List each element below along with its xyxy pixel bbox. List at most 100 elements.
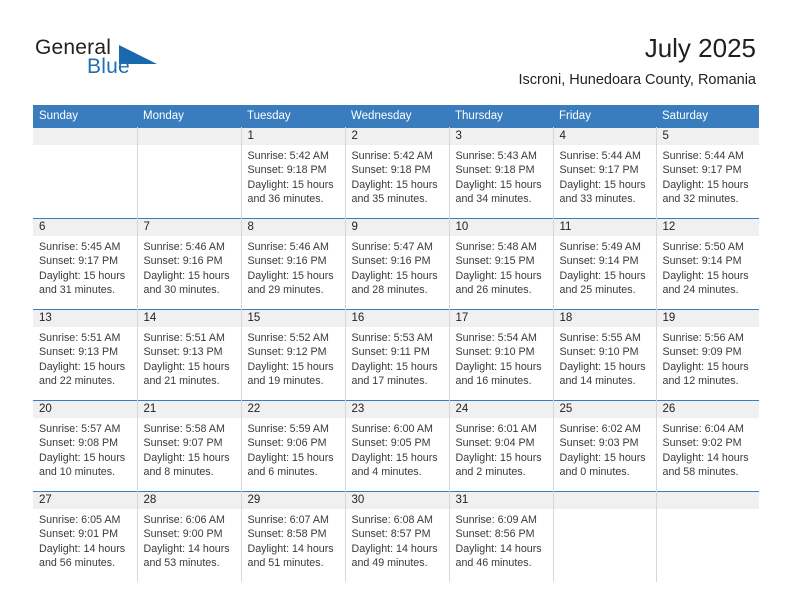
day-number: 5 — [656, 128, 759, 145]
sunrise-text: Sunrise: 5:53 AM — [351, 332, 433, 344]
day-number: 29 — [241, 492, 345, 509]
calendar-day-cell[interactable]: 24 Sunrise: 6:01 AM Sunset: 9:04 PM Dayligh… — [449, 400, 554, 492]
day-details: Sunrise: 5:47 AM Sunset: 9:16 PM Daylight:… — [346, 236, 449, 298]
sunrise-text: Sunrise: 6:05 AM — [39, 514, 121, 526]
daylight-text-line1: Daylight: 15 hours — [455, 451, 542, 464]
calendar-day-cell[interactable]: 10 Sunrise: 5:48 AM Sunset: 9:15 PM Dayligh… — [449, 218, 554, 310]
title-block: July 2025 Iscroni, Hunedoara County, Rom… — [519, 32, 757, 89]
day-number — [553, 492, 656, 509]
sunrise-text: Sunrise: 5:57 AM — [39, 423, 121, 435]
day-details: Sunrise: 5:53 AM Sunset: 9:11 PM Daylight:… — [346, 327, 449, 389]
daylight-text-line1: Daylight: 15 hours — [143, 269, 230, 282]
calendar-day-cell[interactable]: 1 Sunrise: 5:42 AM Sunset: 9:18 PM Daylight… — [241, 127, 346, 219]
calendar-day-cell[interactable]: 13 Sunrise: 5:51 AM Sunset: 9:13 PM Dayligh… — [33, 309, 138, 401]
day-details — [33, 145, 137, 149]
weekday-header-monday: Monday — [137, 105, 241, 128]
calendar-day-cell[interactable]: 18 Sunrise: 5:55 AM Sunset: 9:10 PM Dayligh… — [553, 309, 657, 401]
calendar-day-cell[interactable]: 28 Sunrise: 6:06 AM Sunset: 9:00 PM Dayligh… — [137, 491, 242, 582]
daylight-text-line1: Daylight: 15 hours — [559, 178, 646, 191]
sunset-text: Sunset: 9:05 PM — [351, 437, 431, 450]
calendar-week-row: 6 Sunrise: 5:45 AM Sunset: 9:17 PM Daylight… — [33, 218, 759, 310]
calendar-day-cell[interactable]: 25 Sunrise: 6:02 AM Sunset: 9:03 PM Dayligh… — [553, 400, 657, 492]
calendar-day-cell[interactable]: 12 Sunrise: 5:50 AM Sunset: 9:14 PM Dayligh… — [656, 218, 759, 310]
day-number: 16 — [345, 310, 449, 327]
day-details: Sunrise: 5:51 AM Sunset: 9:13 PM Daylight:… — [33, 327, 137, 389]
daylight-text-line1: Daylight: 15 hours — [39, 451, 126, 464]
day-cell-inner — [656, 492, 759, 582]
calendar-day-cell[interactable]: 15 Sunrise: 5:52 AM Sunset: 9:12 PM Dayligh… — [241, 309, 346, 401]
daylight-text-line2: and 49 minutes. — [351, 557, 428, 570]
calendar-body: 1 Sunrise: 5:42 AM Sunset: 9:18 PM Daylight… — [33, 127, 760, 582]
sunset-text: Sunset: 9:02 PM — [662, 437, 742, 450]
sunrise-text: Sunrise: 5:51 AM — [39, 332, 121, 344]
daylight-text-line1: Daylight: 15 hours — [455, 360, 542, 373]
sunset-text: Sunset: 9:18 PM — [247, 164, 327, 177]
day-details: Sunrise: 5:48 AM Sunset: 9:15 PM Daylight:… — [450, 236, 553, 298]
calendar-day-cell[interactable]: 26 Sunrise: 6:04 AM Sunset: 9:02 PM Dayligh… — [656, 400, 759, 492]
daylight-text-line2: and 32 minutes. — [662, 193, 739, 206]
calendar-day-cell[interactable]: 20 Sunrise: 5:57 AM Sunset: 9:08 PM Dayligh… — [33, 400, 138, 492]
weekday-header-wednesday: Wednesday — [345, 105, 449, 128]
calendar-day-cell[interactable]: 9 Sunrise: 5:47 AM Sunset: 9:16 PM Daylight… — [345, 218, 450, 310]
daylight-text-line2: and 46 minutes. — [455, 557, 532, 570]
day-number: 12 — [656, 219, 759, 236]
daylight-text-line2: and 12 minutes. — [662, 375, 739, 388]
day-details: Sunrise: 5:52 AM Sunset: 9:12 PM Daylight:… — [242, 327, 345, 389]
daylight-text-line2: and 30 minutes. — [143, 284, 220, 297]
calendar-day-cell[interactable]: 11 Sunrise: 5:49 AM Sunset: 9:14 PM Dayligh… — [553, 218, 657, 310]
calendar-day-cell[interactable]: 2 Sunrise: 5:42 AM Sunset: 9:18 PM Daylight… — [345, 127, 450, 219]
calendar-day-cell[interactable]: 27 Sunrise: 6:05 AM Sunset: 9:01 PM Dayligh… — [33, 491, 138, 582]
sunset-text: Sunset: 9:00 PM — [143, 528, 223, 541]
day-cell-inner: 29 Sunrise: 6:07 AM Sunset: 8:58 PM Dayligh… — [241, 492, 345, 582]
day-details: Sunrise: 5:56 AM Sunset: 9:09 PM Daylight:… — [657, 327, 760, 389]
calendar-day-cell[interactable]: 3 Sunrise: 5:43 AM Sunset: 9:18 PM Daylight… — [449, 127, 554, 219]
weekday-header-row: Sunday Monday Tuesday Wednesday Thursday… — [33, 105, 759, 128]
calendar-day-cell[interactable]: 19 Sunrise: 5:56 AM Sunset: 9:09 PM Dayligh… — [656, 309, 760, 401]
day-details: Sunrise: 5:43 AM Sunset: 9:18 PM Daylight:… — [450, 145, 553, 207]
calendar-day-cell[interactable]: 8 Sunrise: 5:46 AM Sunset: 9:16 PM Daylight… — [241, 218, 346, 310]
day-cell-inner: 27 Sunrise: 6:05 AM Sunset: 9:01 PM Dayligh… — [33, 492, 137, 582]
calendar-table: Sunday Monday Tuesday Wednesday Thursday… — [33, 105, 759, 582]
day-number: 10 — [449, 219, 553, 236]
daylight-text-line2: and 21 minutes. — [143, 375, 220, 388]
sunrise-text: Sunrise: 5:51 AM — [143, 332, 225, 344]
daylight-text-line2: and 29 minutes. — [247, 284, 324, 297]
daylight-text-line2: and 6 minutes. — [247, 466, 318, 479]
sunrise-text: Sunrise: 6:09 AM — [455, 514, 537, 526]
calendar-day-cell[interactable]: 7 Sunrise: 5:46 AM Sunset: 9:16 PM Daylight… — [137, 218, 242, 310]
daylight-text-line1: Daylight: 15 hours — [559, 451, 646, 464]
calendar-day-cell[interactable]: 29 Sunrise: 6:07 AM Sunset: 8:58 PM Dayligh… — [241, 491, 346, 582]
sunrise-text: Sunrise: 5:49 AM — [559, 241, 641, 253]
day-details: Sunrise: 5:44 AM Sunset: 9:17 PM Daylight:… — [657, 145, 760, 207]
sunset-text: Sunset: 9:14 PM — [662, 255, 742, 268]
daylight-text-line2: and 17 minutes. — [351, 375, 428, 388]
day-number: 30 — [345, 492, 449, 509]
day-cell-inner: 17 Sunrise: 5:54 AM Sunset: 9:10 PM Dayligh… — [449, 310, 553, 400]
calendar-day-cell[interactable]: 6 Sunrise: 5:45 AM Sunset: 9:17 PM Daylight… — [33, 218, 138, 310]
calendar-day-cell[interactable]: 31 Sunrise: 6:09 AM Sunset: 8:56 PM Dayligh… — [449, 491, 554, 582]
daylight-text-line2: and 10 minutes. — [39, 466, 116, 479]
calendar-day-cell[interactable]: 23 Sunrise: 6:00 AM Sunset: 9:05 PM Dayligh… — [345, 400, 450, 492]
day-cell-inner: 24 Sunrise: 6:01 AM Sunset: 9:04 PM Dayligh… — [449, 401, 553, 491]
daylight-text-line2: and 58 minutes. — [662, 466, 739, 479]
daylight-text-line1: Daylight: 14 hours — [39, 542, 126, 555]
calendar-day-cell[interactable]: 30 Sunrise: 6:08 AM Sunset: 8:57 PM Dayligh… — [345, 491, 450, 582]
sunset-text: Sunset: 9:01 PM — [39, 528, 119, 541]
calendar-day-cell[interactable]: 21 Sunrise: 5:58 AM Sunset: 9:07 PM Dayligh… — [137, 400, 242, 492]
sunset-text: Sunset: 9:03 PM — [559, 437, 639, 450]
sunrise-text: Sunrise: 5:44 AM — [559, 150, 641, 162]
general-blue-logo[interactable]: General Blue — [35, 36, 215, 84]
daylight-text-line1: Daylight: 15 hours — [559, 269, 646, 282]
calendar-day-cell[interactable]: 16 Sunrise: 5:53 AM Sunset: 9:11 PM Dayligh… — [345, 309, 450, 401]
calendar-day-cell[interactable]: 22 Sunrise: 5:59 AM Sunset: 9:06 PM Dayligh… — [241, 400, 346, 492]
day-details — [138, 145, 241, 149]
sunrise-text: Sunrise: 5:54 AM — [455, 332, 537, 344]
calendar-day-cell[interactable]: 5 Sunrise: 5:44 AM Sunset: 9:17 PM Daylight… — [656, 127, 760, 219]
page-title: July 2025 — [644, 33, 756, 63]
day-cell-inner: 22 Sunrise: 5:59 AM Sunset: 9:06 PM Dayligh… — [241, 401, 345, 491]
calendar-day-cell[interactable]: 14 Sunrise: 5:51 AM Sunset: 9:13 PM Dayligh… — [137, 309, 242, 401]
calendar-page: General Blue July 2025 Iscroni, Hunedoar… — [0, 0, 792, 612]
calendar-day-cell — [137, 127, 242, 219]
calendar-day-cell[interactable]: 4 Sunrise: 5:44 AM Sunset: 9:17 PM Daylight… — [553, 127, 657, 219]
calendar-day-cell[interactable]: 17 Sunrise: 5:54 AM Sunset: 9:10 PM Dayligh… — [449, 309, 554, 401]
